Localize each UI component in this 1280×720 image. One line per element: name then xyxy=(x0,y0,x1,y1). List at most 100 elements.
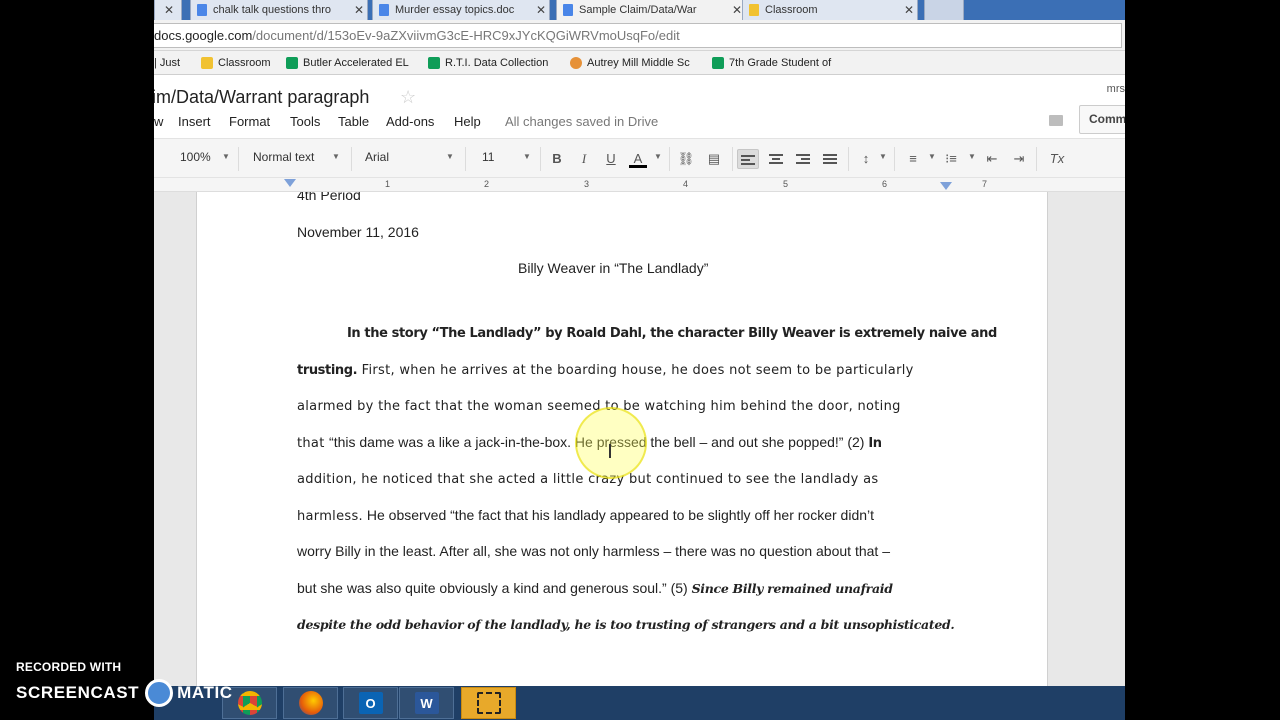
bookmark-label: | Just xyxy=(154,57,181,69)
user-name[interactable]: mrs xyxy=(1107,83,1125,95)
toolbar-divider xyxy=(465,147,466,171)
text-cursor-icon xyxy=(609,444,611,458)
classroom-icon xyxy=(749,4,759,16)
screen: ✕ chalk talk questions thro ✕ Murder ess… xyxy=(0,0,1280,720)
url-path: /document/d/153oEv-9aZXviivmG3cE-HRC9xJY… xyxy=(252,28,680,43)
menu-format[interactable]: Format xyxy=(229,114,270,129)
screencast-watermark: RECORDED WITH SCREENCAST MATIC xyxy=(16,660,233,707)
text-run: despite the odd behavior of the landlady… xyxy=(297,617,955,632)
bold-button[interactable]: B xyxy=(546,149,568,169)
bookmark-classroom[interactable]: Classroom xyxy=(201,55,271,71)
watermark-line2a: SCREENCAST xyxy=(16,683,140,702)
toolbar-divider xyxy=(238,147,239,171)
bookmark-rti[interactable]: R.T.I. Data Collection xyxy=(428,55,548,71)
taskbar: O W xyxy=(154,686,1125,720)
tab-label: Murder essay topics.doc xyxy=(395,4,515,16)
tab-close-icon[interactable]: ✕ xyxy=(161,3,177,17)
italic-button[interactable]: I xyxy=(573,149,595,169)
bookmark-label: Butler Accelerated EL xyxy=(303,57,409,69)
paragraph-line: worry Billy in the least. After all, she… xyxy=(297,543,890,559)
text-color-swatch xyxy=(629,165,647,168)
url-host: docs.google.com xyxy=(154,28,253,43)
text-run: In the story “The Landlady” by Roald Dah… xyxy=(347,326,997,341)
taskbar-snipping-tool[interactable] xyxy=(461,687,516,719)
line-spacing-icon[interactable]: ↕ xyxy=(855,149,877,169)
menu-tools[interactable]: Tools xyxy=(290,114,320,129)
tab-murder-essay[interactable]: Murder essay topics.doc ✕ xyxy=(372,0,550,20)
star-icon[interactable]: ☆ xyxy=(400,87,416,108)
tab-partial[interactable]: ✕ xyxy=(154,0,182,20)
align-center-icon[interactable] xyxy=(765,149,787,169)
menu-help[interactable]: Help xyxy=(454,114,481,129)
watermark-logo: SCREENCAST MATIC xyxy=(16,679,233,707)
font-size-select[interactable]: 11 xyxy=(482,150,494,164)
menu-table[interactable]: Table xyxy=(338,114,369,129)
bookmark-7th-grade[interactable]: 7th Grade Student of xyxy=(712,55,831,71)
school-icon xyxy=(570,57,582,69)
comment-add-icon[interactable]: ▤ xyxy=(703,149,725,169)
ruler-number: 4 xyxy=(683,179,689,189)
tab-classroom[interactable]: Classroom ✕ xyxy=(742,0,918,20)
link-icon[interactable]: ⛓ xyxy=(675,149,697,169)
docs-icon xyxy=(197,4,207,16)
menu-add-ons[interactable]: Add-ons xyxy=(386,114,434,129)
toolbar-divider xyxy=(669,147,670,171)
address-bar[interactable]: docs.google.com/document/d/153oEv-9aZXvi… xyxy=(154,23,1122,48)
align-right-icon[interactable] xyxy=(792,149,814,169)
screen-edge xyxy=(1125,0,1280,720)
comment-icon[interactable] xyxy=(1042,107,1070,134)
new-tab-button[interactable] xyxy=(924,0,964,20)
taskbar-firefox[interactable] xyxy=(283,687,338,719)
text-color-button[interactable]: A xyxy=(627,149,649,169)
tab-close-icon[interactable]: ✕ xyxy=(901,3,917,17)
justify-icon[interactable] xyxy=(819,149,841,169)
text-run: but she was also quite obviously a kind … xyxy=(297,580,692,596)
document-canvas: 4th Period November 11, 2016 Billy Weave… xyxy=(154,192,1125,686)
text-run: addition, he noticed that she acted a li… xyxy=(297,472,879,487)
ruler-number: 6 xyxy=(882,179,888,189)
chevron-down-icon: ▼ xyxy=(879,152,887,161)
ruler: 1 2 3 4 5 6 7 xyxy=(154,178,1125,192)
tab-close-icon[interactable]: ✕ xyxy=(533,3,549,17)
clear-formatting-icon[interactable]: Tx xyxy=(1046,149,1068,169)
chevron-down-icon: ▼ xyxy=(654,152,662,161)
text-run: First, when he arrives at the boarding h… xyxy=(357,363,914,378)
tab-label: Sample Claim/Data/War xyxy=(579,4,697,16)
ruler-number: 1 xyxy=(385,179,391,189)
taskbar-word[interactable]: W xyxy=(399,687,454,719)
bookmark-just[interactable]: | Just xyxy=(154,55,180,71)
doc-title[interactable]: im/Data/Warrant paragraph xyxy=(154,87,369,108)
font-select[interactable]: Arial xyxy=(365,150,389,164)
left-indent-marker[interactable] xyxy=(284,179,296,187)
decrease-indent-icon[interactable]: ⇤ xyxy=(981,149,1003,169)
taskbar-outlook[interactable]: O xyxy=(343,687,398,719)
style-select[interactable]: Normal text xyxy=(253,150,314,164)
comments-button[interactable]: Comm xyxy=(1079,105,1125,134)
doc-header: im/Data/Warrant paragraph ☆ mrs w Insert… xyxy=(154,75,1125,138)
bookmark-butler[interactable]: Butler Accelerated EL xyxy=(286,55,409,71)
menu-insert[interactable]: Insert xyxy=(178,114,211,129)
document-page[interactable]: 4th Period November 11, 2016 Billy Weave… xyxy=(196,192,1048,686)
zoom-select[interactable]: 100% xyxy=(180,150,211,164)
increase-indent-icon[interactable]: ⇥ xyxy=(1008,149,1030,169)
period-line: 4th Period xyxy=(297,192,361,203)
paragraph-line: that “this dame was a like a jack-in-the… xyxy=(297,434,882,451)
tab-close-icon[interactable]: ✕ xyxy=(351,3,367,17)
chevron-down-icon: ▼ xyxy=(332,152,340,161)
tab-sample-claim[interactable]: Sample Claim/Data/War ✕ xyxy=(556,0,746,20)
menu-view[interactable]: w xyxy=(154,114,163,129)
browser-window: ✕ chalk talk questions thro ✕ Murder ess… xyxy=(154,0,1125,686)
bulleted-list-icon[interactable]: ⁝≡ xyxy=(940,149,962,169)
right-indent-marker[interactable] xyxy=(940,182,952,190)
align-left-icon[interactable] xyxy=(737,149,759,169)
underline-button[interactable]: U xyxy=(600,149,622,169)
paragraph-line: but she was also quite obviously a kind … xyxy=(297,580,893,596)
tab-chalk-talk[interactable]: chalk talk questions thro ✕ xyxy=(190,0,368,20)
sheets-icon xyxy=(712,57,724,69)
paragraph-line: addition, he noticed that she acted a li… xyxy=(297,470,878,487)
toolbar-divider xyxy=(894,147,895,171)
paragraph-line: alarmed by the fact that the woman seeme… xyxy=(297,397,901,414)
bookmark-autrey[interactable]: Autrey Mill Middle Sc xyxy=(570,55,690,71)
numbered-list-icon[interactable]: ≡ xyxy=(902,149,924,169)
ruler-number: 3 xyxy=(584,179,590,189)
